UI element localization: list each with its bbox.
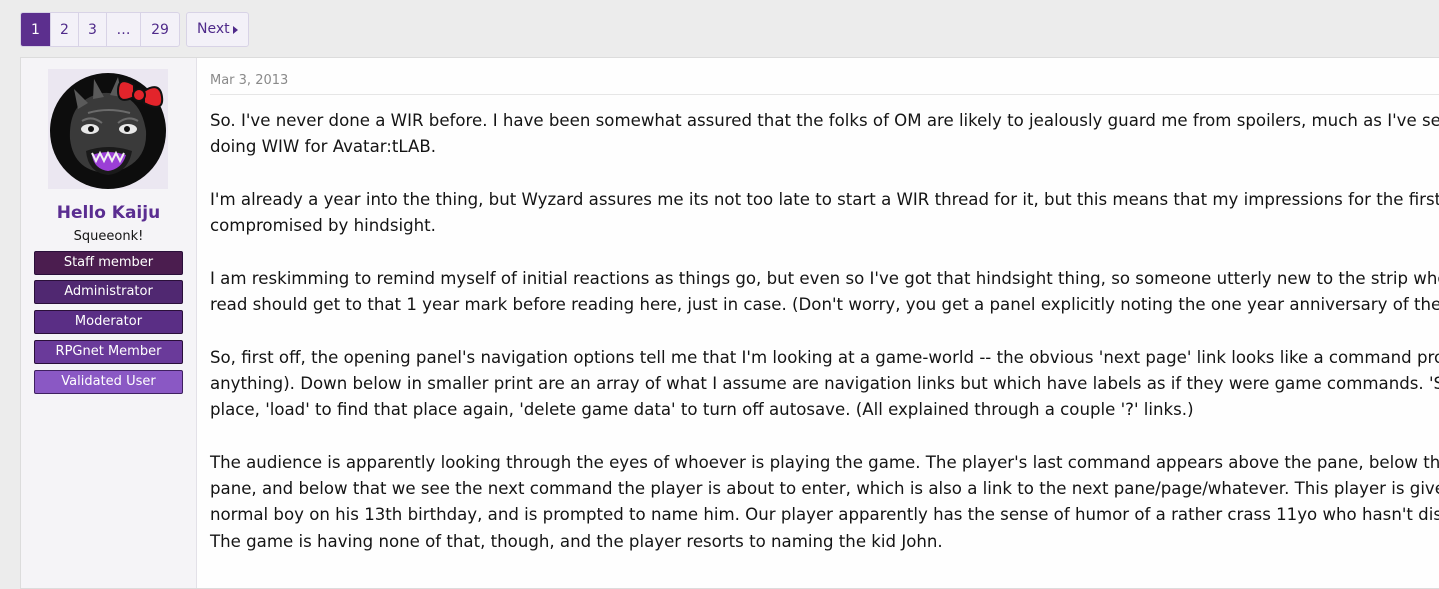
post-paragraph: So, first off, the opening panel's navig… [210, 345, 1439, 424]
page-link-2[interactable]: 2 [51, 13, 79, 46]
banner-staff-member: Staff member [34, 251, 183, 275]
page-jump-ellipsis[interactable]: … [107, 13, 141, 46]
post-paragraph: I am reskimming to remind myself of init… [210, 266, 1439, 319]
banner-validated-user: Validated User [34, 370, 183, 394]
kaiju-avatar-image [50, 73, 166, 189]
text-line: So. I've never done a WIR before. I have… [210, 111, 1439, 130]
post-main: Mar 3, 2013 So. I've never done a WIR be… [197, 58, 1439, 588]
text-line: normal boy on his 13th birthday, and is … [210, 505, 1439, 525]
text-line: place, 'load' to find that place again, … [210, 400, 1194, 420]
post-date-link[interactable]: Mar 3, 2013 [210, 73, 288, 88]
text-line: pane, and below that we see the next com… [210, 479, 1439, 499]
user-title: Squeeonk! [73, 229, 144, 244]
page-link-29[interactable]: 29 [141, 13, 179, 46]
username-link[interactable]: Hello Kaiju [21, 203, 196, 223]
page-link-3[interactable]: 3 [79, 13, 107, 46]
text-line: The audience is apparently looking throu… [210, 452, 1439, 472]
text-line: So, first off, the opening panel's navig… [210, 347, 1439, 367]
post-body: So. I've never done a WIR before. I have… [210, 108, 1439, 581]
page-link-1[interactable]: 1 [21, 13, 51, 46]
post-paragraph: So. I've never done a WIR before. I have… [210, 108, 1439, 161]
text-line: I'm already a year into the thing, but W… [210, 189, 1439, 209]
text-line: compromised by hindsight. [210, 216, 436, 236]
caret-right-icon [232, 25, 238, 34]
banner-rpgnet-member: RPGnet Member [34, 340, 183, 364]
avatar[interactable] [48, 69, 168, 189]
next-page-button[interactable]: Next [186, 12, 249, 47]
post-paragraph: I'm already a year into the thing, but W… [210, 187, 1439, 240]
pagination: 1 2 3 … 29 Next [20, 12, 249, 47]
text-line: read should get to that 1 year mark befo… [210, 295, 1439, 315]
page-list: 1 2 3 … 29 [20, 12, 180, 47]
next-label: Next [197, 21, 230, 37]
post: Hello Kaiju Squeeonk! Staff member Admin… [20, 57, 1439, 589]
text-line: doing WIW for Avatar:tLAB. [210, 137, 437, 157]
text-line: The game is having none of that, though,… [210, 531, 943, 551]
post-header-divider [210, 94, 1439, 95]
banner-administrator: Administrator [34, 280, 183, 304]
text-line: anything). Down below in smaller print a… [210, 373, 1439, 393]
text-line: I am reskimming to remind myself of init… [210, 268, 1439, 288]
user-info: Hello Kaiju Squeeonk! Staff member Admin… [21, 58, 197, 588]
post-paragraph: The audience is apparently looking throu… [210, 450, 1439, 555]
banner-moderator: Moderator [34, 310, 183, 334]
